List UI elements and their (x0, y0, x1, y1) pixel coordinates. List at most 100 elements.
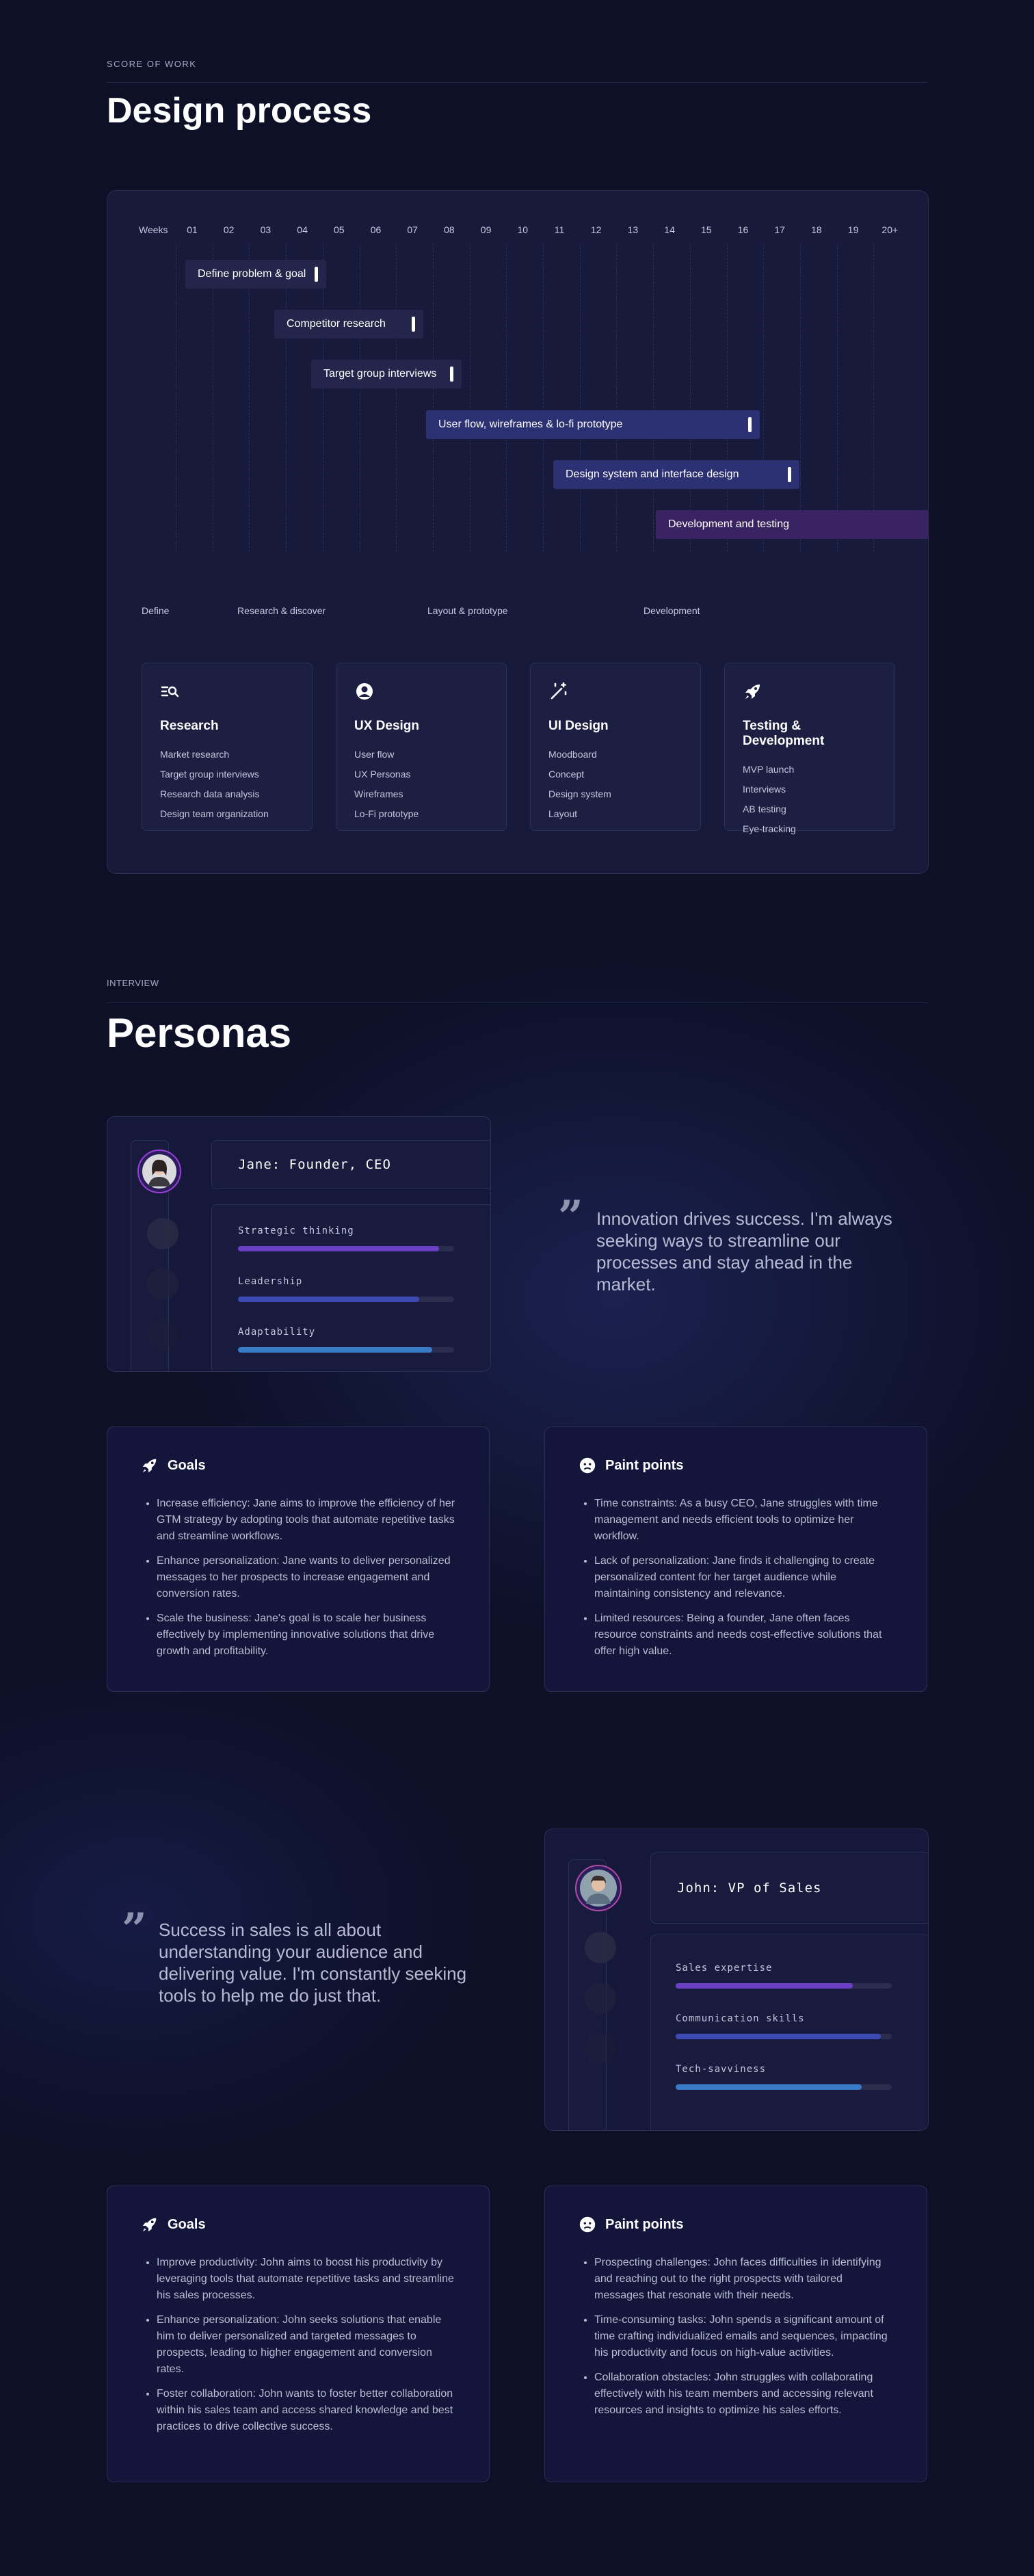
resize-handle[interactable] (412, 317, 415, 332)
skill-bar-fill (676, 1983, 853, 1989)
resize-handle[interactable] (788, 467, 791, 482)
task-label: Target group interviews (323, 368, 437, 380)
search-list-icon (161, 686, 179, 698)
category-title: Research (160, 719, 219, 733)
skill-bar-fill (238, 1297, 420, 1302)
pains-card-jane: Paint points Time constraints: As a busy… (544, 1426, 927, 1692)
week-label: 13 (627, 224, 639, 235)
category-item: Wireframes (354, 788, 403, 799)
category-title: UI Design (548, 719, 609, 733)
category-item: Layout (548, 808, 578, 819)
pains-list: Prospecting challenges: John faces diffi… (578, 2255, 894, 2419)
week-label: 15 (701, 224, 712, 235)
avatar-other[interactable] (585, 1932, 616, 1963)
category-item: Eye-tracking (743, 823, 796, 834)
category-item: Lo-Fi prototype (354, 808, 419, 819)
quote-icon: ” (558, 1191, 583, 1243)
list-item: Foster collaboration: John wants to fost… (157, 2386, 456, 2435)
week-gridline (543, 244, 544, 552)
persona-name: Jane: Founder, CEO (211, 1140, 490, 1189)
task-bar-wireframes[interactable]: User flow, wireframes & lo-fi prototype (426, 410, 760, 439)
category-item: UX Personas (354, 769, 411, 780)
section-title: Personas (107, 1010, 292, 1056)
week-label: 03 (260, 224, 271, 235)
avatar-other[interactable] (585, 1982, 616, 2014)
rocket-icon (142, 2218, 157, 2232)
task-label: Define problem & goal (198, 268, 306, 280)
magic-wand-icon (551, 682, 567, 700)
week-gridline (616, 244, 618, 552)
phase-label: Define (142, 605, 170, 616)
category-item: Interviews (743, 784, 786, 795)
list-item: Scale the business: Jane's goal is to sc… (157, 1610, 456, 1660)
category-item: AB testing (743, 804, 786, 814)
phase-label: Layout & prototype (427, 605, 508, 616)
skill-bar (676, 1983, 892, 1989)
category-title: UX Design (354, 719, 420, 733)
task-label: User flow, wireframes & lo-fi prototype (438, 419, 623, 430)
resize-handle[interactable] (450, 367, 453, 382)
week-label: 06 (370, 224, 382, 235)
rocket-icon (142, 1459, 157, 1473)
resize-handle[interactable] (748, 417, 752, 432)
skill-label: Communication skills (676, 2013, 805, 2024)
weeks-label: Weeks (139, 224, 168, 235)
resize-handle[interactable] (315, 267, 318, 282)
skill-bar (676, 2034, 892, 2039)
task-bar-development[interactable]: Development and testing (656, 510, 928, 539)
skill-label: Tech-savviness (676, 2064, 767, 2075)
task-bar-interviews[interactable]: Target group interviews (311, 360, 462, 388)
list-item: Time constraints: As a busy CEO, Jane st… (594, 1496, 894, 1545)
week-label: 01 (187, 224, 198, 235)
avatar-other[interactable] (147, 1319, 178, 1351)
week-label: 18 (811, 224, 822, 235)
week-gridline (836, 244, 838, 552)
week-gridline (506, 244, 507, 552)
skill-label: Adaptability (238, 1327, 316, 1338)
gantt-card: Weeks 01 02 03 04 05 06 07 08 09 10 11 12 13 14 15 16 17… (107, 190, 929, 874)
task-bar-define[interactable]: Define problem & goal (185, 260, 326, 289)
week-label: 08 (444, 224, 455, 235)
section-eyebrow: SCORE OF WORK (107, 59, 197, 69)
category-title: Testing & Development (743, 719, 825, 748)
week-gridline (432, 244, 434, 552)
skill-bar (238, 1297, 454, 1302)
persona-quote: Innovation drives success. I'm always se… (596, 1208, 892, 1294)
avatar-john[interactable] (575, 1865, 622, 1911)
week-label: 04 (297, 224, 308, 235)
week-label: 05 (334, 224, 345, 235)
week-label: 10 (517, 224, 529, 235)
task-bar-design-system[interactable]: Design system and interface design (553, 460, 799, 489)
avatar-other[interactable] (147, 1218, 178, 1249)
week-gridline (873, 244, 875, 552)
persona-name: John: VP of Sales (650, 1853, 928, 1924)
page-title: Design process (107, 91, 372, 131)
pains-title: Paint points (605, 2216, 684, 2232)
goals-card-john: Goals Improve productivity: John aims to… (107, 2186, 490, 2482)
week-gridline (689, 244, 691, 552)
avatar-other[interactable] (147, 1269, 178, 1300)
list-item: Limited resources: Being a founder, Jane… (594, 1610, 894, 1660)
divider (107, 1002, 927, 1003)
task-label: Competitor research (287, 318, 386, 330)
skill-label: Leadership (238, 1276, 303, 1287)
divider (107, 82, 927, 83)
category-item: MVP launch (743, 764, 795, 775)
neutral-face-icon (579, 1457, 596, 1474)
list-item: Prospecting challenges: John faces diffi… (594, 2255, 894, 2304)
skill-bar-fill (238, 1347, 433, 1353)
skills-panel: Sales expertise Communication skills Tec… (650, 1935, 928, 2130)
task-bar-competitor[interactable]: Competitor research (274, 310, 423, 338)
list-item: Increase efficiency: Jane aims to improv… (157, 1496, 456, 1545)
skill-bar (238, 1347, 454, 1353)
week-gridline (763, 244, 765, 552)
category-item: Concept (548, 769, 585, 780)
skill-label: Strategic thinking (238, 1225, 354, 1236)
avatar-jane[interactable] (137, 1150, 181, 1193)
week-label: 20+ (881, 224, 899, 235)
goals-card-jane: Goals Increase efficiency: Jane aims to … (107, 1426, 490, 1692)
week-gridline (653, 244, 654, 552)
week-label: 17 (774, 224, 785, 235)
avatar-other[interactable] (585, 2033, 616, 2064)
week-gridline (799, 244, 801, 552)
